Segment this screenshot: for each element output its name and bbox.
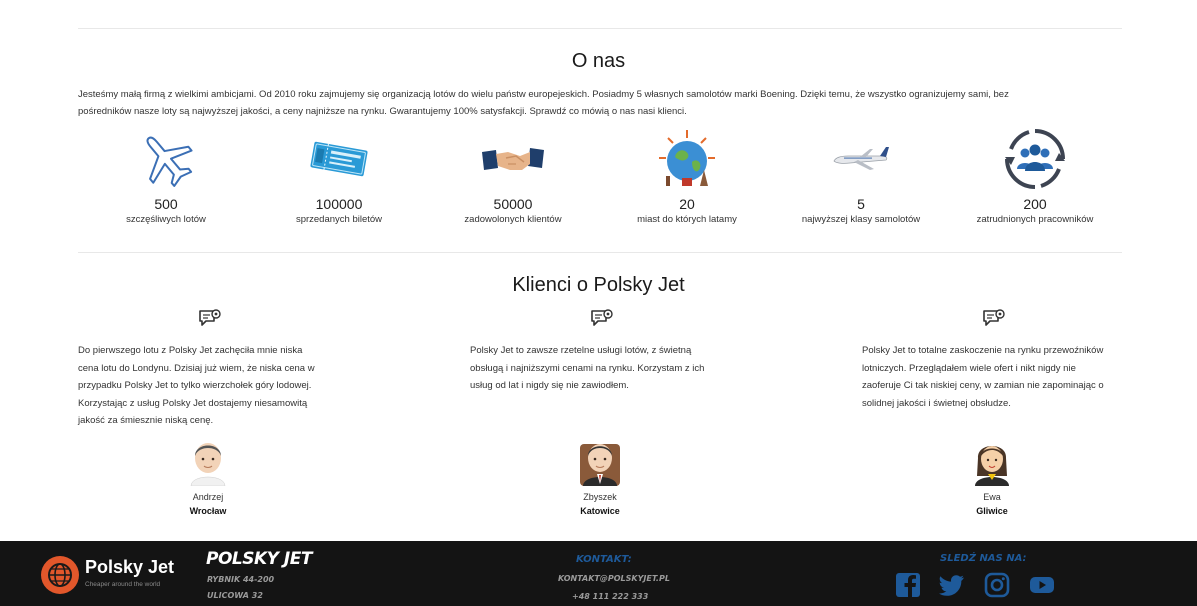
youtube-icon[interactable] [1029,572,1055,598]
client-city: Katowice [580,506,620,516]
testimonial-line: Korzystając z usług Polsky Jet dostajemy… [78,397,308,409]
instagram-icon[interactable] [984,572,1010,598]
testimonial-line: Polsky Jet to zawsze rzetelne usługi lot… [470,345,692,356]
review-bubble-icon [982,308,1006,332]
footer: Polsky Jet Cheaper around the world POLS… [0,541,1197,606]
testimonial-3: Polsky Jet to totalne zaskoczenie na ryn… [862,308,1122,438]
stat-value: 500 [154,196,178,212]
contact-heading: KONTAKT: [576,554,632,565]
review-bubble-icon [198,308,222,332]
stat-label: najwyższej klasy samolotów [801,214,921,225]
stat-value: 20 [679,196,695,212]
stat-cities: 20 miast do których latamy [599,128,775,225]
twitter-icon[interactable] [939,572,965,598]
jet-airplane-icon [828,128,894,190]
stat-label: miast do których latamy [637,214,737,225]
testimonial-line: obsługą i najniższymi cenami na rynku. K… [470,362,705,374]
testimonial-text: Do pierwszego lotu z Polsky Jet zachęcił… [78,342,338,438]
stat-flights: 500 szczęśliwych lotów [78,128,254,225]
stat-clients: 50000 zadowolonych klientów [425,128,601,225]
testimonial-line: solidnej jakości i świetnej obsłudze. [862,397,1011,409]
stat-label: sprzedanych biletów [295,214,383,225]
stat-value: 50000 [493,196,533,212]
testimonial-line: Do pierwszego lotu z Polsky Jet zachęcił… [78,345,303,356]
client-name: Andrzej [192,492,224,502]
client-andrzej: Andrzej Wrocław [168,436,248,516]
ticket-icon [306,128,372,190]
client-zbyszek: Zbyszek Katowice [560,436,640,516]
businessman-avatar-icon [575,436,625,486]
team-cycle-icon [1002,128,1068,190]
testimonial-line: usług od lat i nigdy się nie zawiodłem. [470,380,629,392]
testimonial-2: Polsky Jet to zawsze rzetelne usługi lot… [470,308,730,438]
testimonial-line: zaoferuje Ci tak niskiej ceny, w zamian … [862,380,1104,392]
testimonial-1: Do pierwszego lotu z Polsky Jet zachęcił… [78,308,338,438]
contact-phone[interactable]: +48 111 222 333 [572,592,648,601]
stat-planes: 5 najwyższej klasy samolotów [773,128,949,225]
logo-text: Polsky Jet [85,557,175,577]
about-intro: Jesteśmy małą firmą z wielkimi ambicjami… [78,86,1088,120]
about-intro-line-2: pośredników nasze loty są najwyższej jak… [78,106,687,117]
client-city: Gliwice [976,506,1008,516]
testimonial-text: Polsky Jet to zawsze rzetelne usługi lot… [470,342,730,438]
stat-label: szczęśliwych lotów [126,214,206,225]
stat-value: 200 [1023,196,1047,212]
woman-avatar-icon [967,436,1017,486]
stat-employees: 200 zatrudnionych pracowników [947,128,1123,225]
follow-heading: SLEDŹ NAS NA: [940,553,1027,564]
testimonial-line: cena lotu do Londynu. Dzisiaj już wiem, … [78,362,315,374]
airplane-outline-icon [133,128,199,190]
stat-value: 5 [857,196,865,212]
testimonial-line: przypadku Polsky Jet to tylko wierzchołe… [78,380,312,392]
stat-label: zadowolonych klientów [464,214,562,225]
client-ewa: Ewa Gliwice [952,436,1032,516]
address-line-1: RYBNIK 44-200 [207,575,275,584]
footer-logo[interactable]: Polsky Jet Cheaper around the world [40,553,188,595]
about-intro-line-1: Jesteśmy małą firmą z wielkimi ambicjami… [78,89,1009,100]
top-divider [78,28,1122,29]
stat-label: zatrudnionych pracowników [976,214,1094,225]
client-name: Zbyszek [583,492,617,502]
logo-tagline: Cheaper around the world [85,581,161,588]
globe-landmarks-icon [654,128,720,190]
about-title: O nas [571,50,626,72]
handshake-icon [480,128,546,190]
globe-logo-icon [41,556,79,594]
testimonial-text: Polsky Jet to totalne zaskoczenie na ryn… [862,342,1122,438]
contact-email[interactable]: KONTAKT@POLSKYJET.PL [558,574,670,583]
testimonial-line: Polsky Jet to totalne zaskoczenie na ryn… [862,345,1104,356]
testimonial-line: jakość za śmiesznie niską cenę. [78,415,214,427]
stats-row: 500 szczęśliwych lotów 100000 sprzedanyc… [78,128,1122,238]
client-city: Wrocław [189,506,227,516]
address-line-2: ULICOWA 32 [207,591,263,600]
stat-tickets: 100000 sprzedanych biletów [251,128,427,225]
stat-value: 100000 [315,196,363,212]
facebook-icon[interactable] [895,572,921,598]
footer-brand: POLSKY JET [206,549,312,569]
review-bubble-icon [590,308,614,332]
testimonials-title: Klienci o Polsky Jet [512,274,685,296]
man-avatar-icon [183,436,233,487]
testimonial-line: lotniczych. Przeglądałem wiele ofert i n… [862,362,1076,374]
client-name: Ewa [983,492,1001,502]
middle-divider [78,252,1122,253]
